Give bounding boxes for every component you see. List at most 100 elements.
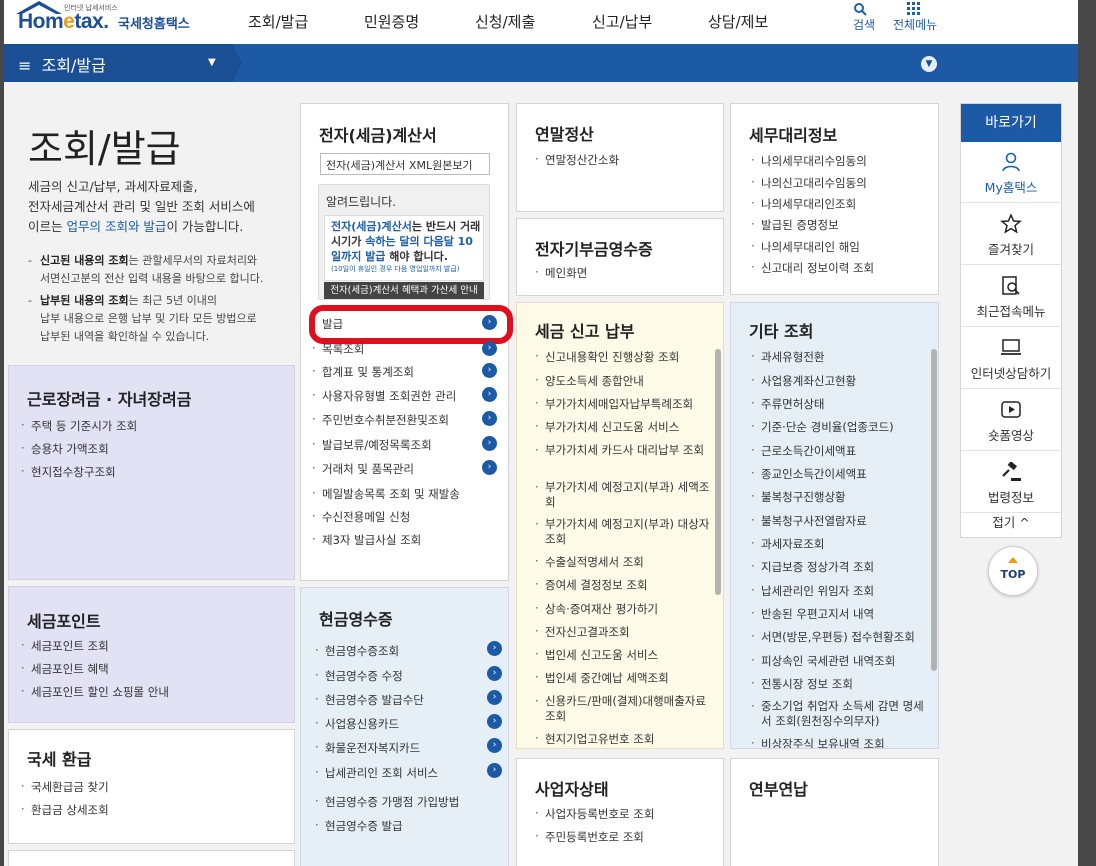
list-item[interactable]: 부가가치세매입자납부특례조회 <box>535 396 693 412</box>
list-item[interactable]: 사업용계좌신고현황 <box>751 373 856 389</box>
quick-law[interactable]: 법령정보 <box>961 452 1061 513</box>
list-item[interactable]: 기준·단순 경비율(업종코드) <box>751 419 894 435</box>
list-item[interactable]: 세금포인트 조회 <box>21 638 109 654</box>
scrollbar[interactable] <box>931 349 937 671</box>
scrollbar[interactable] <box>715 349 721 595</box>
nav-inquiry[interactable]: 조회/발급 <box>248 11 308 32</box>
list-item[interactable]: 환급금 상세조회 <box>21 802 109 818</box>
list-item[interactable]: 주민등록번호로 조회 <box>535 829 644 845</box>
list-item[interactable]: 서면(방문,우편등) 접수현황조회 <box>751 629 915 645</box>
einvoice-guide-button[interactable]: 전자(세금)계산서 혜택과 가산세 안내 <box>324 282 484 299</box>
all-menu-button[interactable]: 전체메뉴 <box>893 2 937 33</box>
list-item[interactable]: 승용차 가액조회 <box>21 441 109 457</box>
arrow-right-icon[interactable]: › <box>487 690 502 705</box>
search-button[interactable]: 검색 <box>853 2 875 33</box>
arrow-right-icon[interactable]: › <box>482 460 497 475</box>
list-item[interactable]: 나의세무대리수임동의 <box>751 153 867 169</box>
list-item[interactable]: 불복청구사전열람자료 <box>751 513 867 529</box>
arrow-right-icon[interactable]: › <box>482 387 497 402</box>
quick-collapse-button[interactable]: 접기 ^ <box>961 509 1061 537</box>
list-item[interactable]: 수신전용메일 신청 <box>312 509 410 525</box>
list-item[interactable]: 현지접수창구조회 <box>21 464 116 480</box>
list-item[interactable]: 현금영수증 발급수단 <box>315 692 424 708</box>
list-item[interactable]: 근로소득간이세액표 <box>751 443 856 459</box>
list-item[interactable]: 제3자 발급사실 조회 <box>312 532 421 548</box>
list-item[interactable]: 목록조회 <box>312 341 364 357</box>
arrow-right-icon[interactable]: › <box>482 436 497 451</box>
quick-favorites[interactable]: 즐겨찾기 <box>961 204 1061 265</box>
list-item[interactable]: 종교인소득간이세액표 <box>751 466 867 482</box>
list-item[interactable]: 국세환급금 찾기 <box>21 779 109 795</box>
list-item[interactable]: 거래처 및 품목관리 <box>312 461 414 477</box>
list-item[interactable]: 연말정산간소화 <box>535 152 619 168</box>
list-item[interactable]: 전통시장 정보 조회 <box>751 676 853 692</box>
list-item[interactable]: 양도소득세 종합안내 <box>535 373 644 389</box>
list-item[interactable]: 화물운전자복지카드 <box>315 740 420 756</box>
list-item[interactable]: 메인화면 <box>535 265 587 281</box>
list-item[interactable]: 부가가치세 신고도움 서비스 <box>535 419 679 435</box>
list-item[interactable]: 수출실적명세서 조회 <box>535 554 644 570</box>
list-item[interactable]: 메일발송목록 조회 및 재발송 <box>312 486 460 502</box>
nav-certificate[interactable]: 민원증명 <box>364 11 419 32</box>
list-item[interactable]: 비상장주식 보유내역 조회 <box>751 736 885 748</box>
list-item[interactable]: 신고대리 정보이력 조회 <box>751 260 874 276</box>
list-item[interactable]: 신고내용확인 진행상황 조회 <box>535 349 679 365</box>
list-item[interactable]: 중소기업 취업자 소득세 감면 명세서 조회(원천징수의무자) <box>751 699 931 729</box>
arrow-right-icon[interactable]: › <box>487 666 502 681</box>
list-item[interactable]: 납세관리인 위임자 조회 <box>751 583 874 599</box>
list-item[interactable]: 부가가치세 예정고지(부과) 대상자 조회 <box>535 517 713 547</box>
quick-shortform[interactable]: 숏폼영상 <box>961 390 1061 451</box>
list-item[interactable]: 신용카드/판매(결제)대행매출자료조회 <box>535 694 713 724</box>
nav-application[interactable]: 신청/제출 <box>475 11 535 32</box>
list-item[interactable]: 전자신고결과조회 <box>535 624 630 640</box>
einvoice-issue-link[interactable]: 발급 <box>312 316 343 332</box>
nav-counsel[interactable]: 상담/제보 <box>708 11 768 32</box>
list-item[interactable]: 현금영수증 가맹점 가입방법 <box>315 794 459 810</box>
list-item[interactable]: 반송된 우편고지서 내역 <box>751 606 874 622</box>
list-item[interactable]: 부가가치세 예정고지(부과) 세액조회 <box>535 480 713 510</box>
list-item[interactable]: 나의신고대리수임동의 <box>751 175 867 191</box>
xml-view-select[interactable]: 전자(세금)계산서 XML원본보기 <box>320 153 490 175</box>
list-item[interactable]: 과세자료조회 <box>751 536 825 552</box>
list-item[interactable]: 법인세 신고도움 서비스 <box>535 647 658 663</box>
list-item[interactable]: 납세관리인 조회 서비스 <box>315 765 438 781</box>
list-item[interactable]: 지급보증 정상가격 조회 <box>751 559 874 575</box>
location-menu-dropdown[interactable]: ≡ 조회/발급 ▼ <box>4 44 234 82</box>
list-item[interactable]: 나의세무대리인 해임 <box>751 239 860 255</box>
list-item[interactable]: 사용자유형별 조회권한 관리 <box>312 388 456 404</box>
arrow-right-icon[interactable]: › <box>482 411 497 426</box>
list-item[interactable]: 주민번호수취분전환및조회 <box>312 412 449 428</box>
arrow-right-icon[interactable]: › <box>487 763 502 778</box>
quick-counsel[interactable]: 인터넷상담하기 <box>961 328 1061 389</box>
list-item[interactable]: 현금영수증조회 <box>315 643 399 659</box>
arrow-right-icon[interactable]: › <box>482 341 497 356</box>
arrow-right-icon[interactable]: › <box>482 315 497 330</box>
list-item[interactable]: 증여세 결정정보 조회 <box>535 577 647 593</box>
scroll-top-button[interactable]: TOP <box>988 546 1038 596</box>
arrow-right-icon[interactable]: › <box>487 641 502 656</box>
list-item[interactable]: 현지기업고유번호 조회 <box>535 731 655 747</box>
list-item[interactable]: 발급보류/예정목록조회 <box>312 437 432 453</box>
list-item[interactable]: 세금포인트 할인 쇼핑몰 안내 <box>21 684 169 700</box>
list-item[interactable]: 불복청구진행상황 <box>751 489 846 505</box>
list-item[interactable]: 피상속인 국세관련 내역조회 <box>751 653 895 669</box>
arrow-right-icon[interactable]: › <box>487 738 502 753</box>
quick-recent[interactable]: 최근접속메뉴 <box>961 266 1061 327</box>
list-item[interactable]: 과세유형전환 <box>751 349 825 365</box>
list-item[interactable]: 사업자등록번호로 조회 <box>535 806 655 822</box>
list-item[interactable]: 사업용신용카드 <box>315 716 399 732</box>
list-item[interactable]: 주류면허상태 <box>751 396 825 412</box>
list-item[interactable]: 발급된 증명정보 <box>751 217 839 233</box>
quick-my-hometax[interactable]: My홈택스 <box>961 142 1061 203</box>
arrow-right-icon[interactable]: › <box>487 714 502 729</box>
arrow-right-icon[interactable]: › <box>482 363 497 378</box>
list-item[interactable]: 세금포인트 혜택 <box>21 661 109 677</box>
list-item[interactable]: 현금영수증 수정 <box>315 668 403 684</box>
list-item[interactable]: 현금영수증 발급 <box>315 818 403 834</box>
list-item[interactable]: 합계표 및 통계조회 <box>312 364 414 380</box>
list-item[interactable]: 부가가치세 카드사 대리납부 조회 <box>535 443 713 458</box>
list-item[interactable]: 나의세무대리인조회 <box>751 196 856 212</box>
expand-circle-icon[interactable]: ▼ <box>921 56 937 72</box>
list-item[interactable]: 주택 등 기준시가 조회 <box>21 418 137 434</box>
nav-tax-report[interactable]: 신고/납부 <box>592 11 652 32</box>
